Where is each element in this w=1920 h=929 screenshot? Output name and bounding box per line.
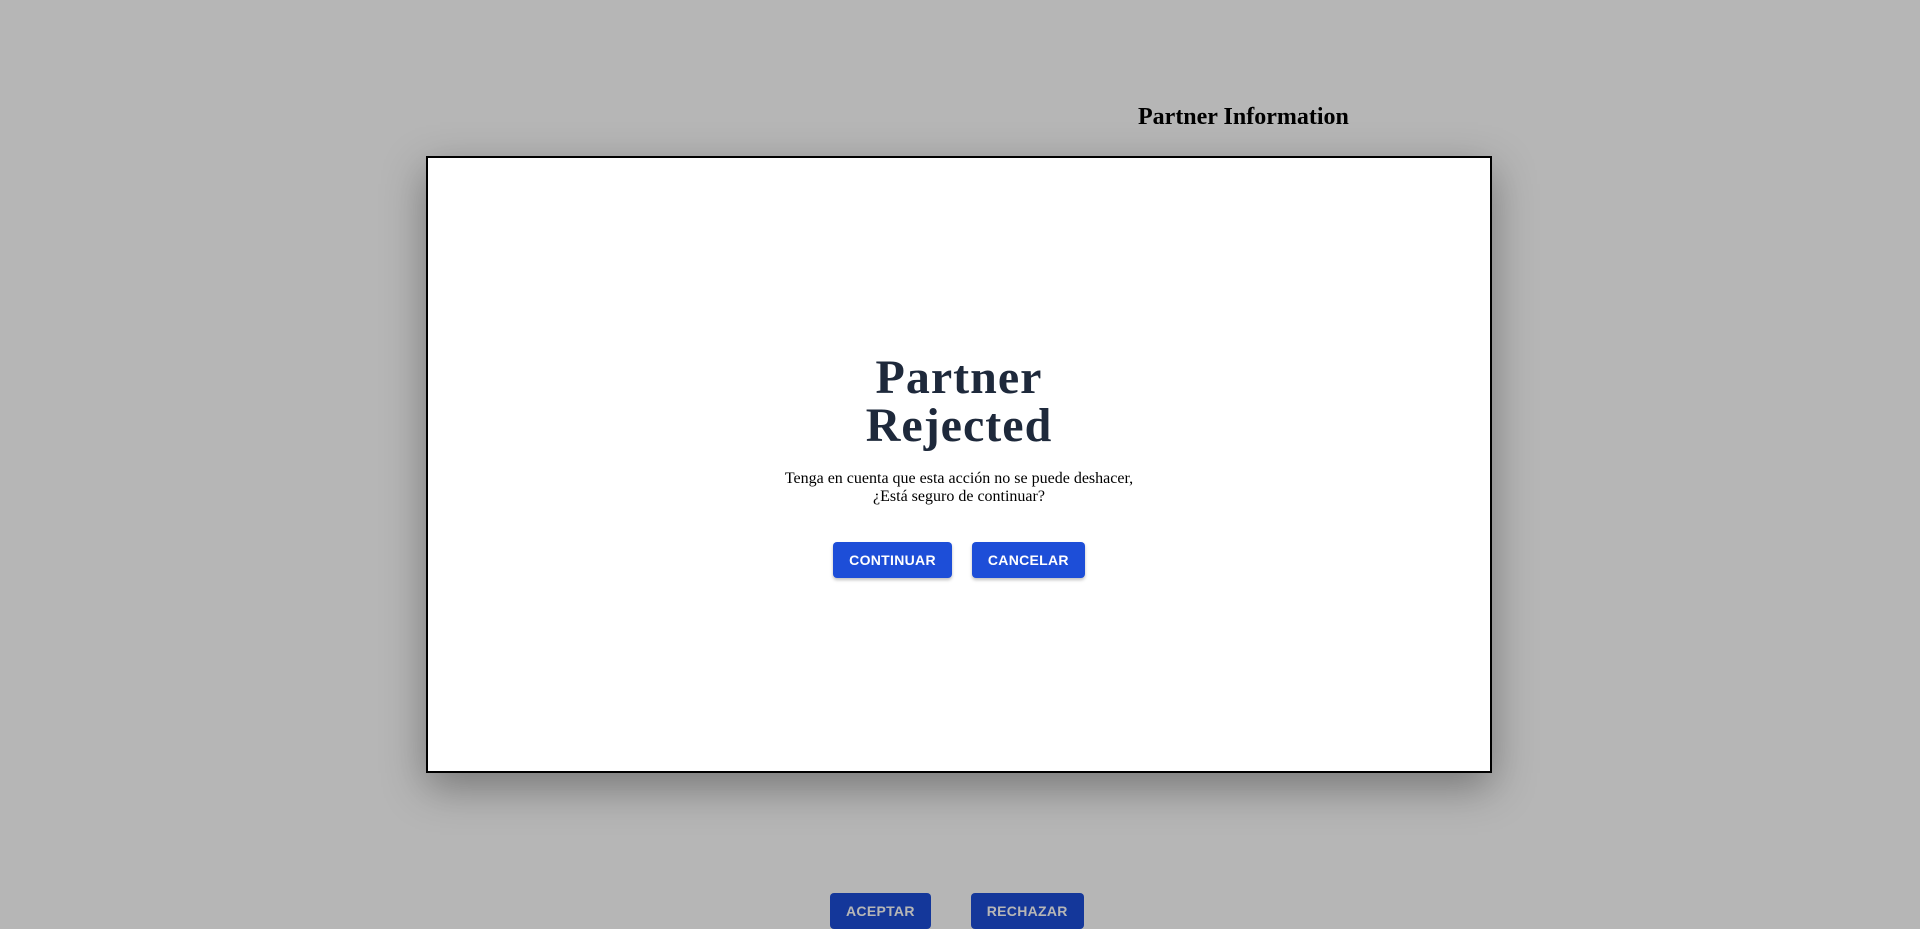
dialog-title: Partner Rejected — [865, 351, 1053, 452]
continue-button[interactable]: CONTINUAR — [833, 542, 952, 578]
dialog-content: Partner Rejected Tenga en cuenta que est… — [428, 354, 1490, 578]
confirmation-dialog: Partner Rejected Tenga en cuenta que est… — [426, 156, 1492, 773]
dialog-message: Tenga en cuenta que esta acción no se pu… — [784, 470, 1134, 505]
cancel-button[interactable]: CANCELAR — [971, 542, 1085, 578]
dialog-actions: CONTINUAR CANCELAR — [833, 542, 1085, 578]
